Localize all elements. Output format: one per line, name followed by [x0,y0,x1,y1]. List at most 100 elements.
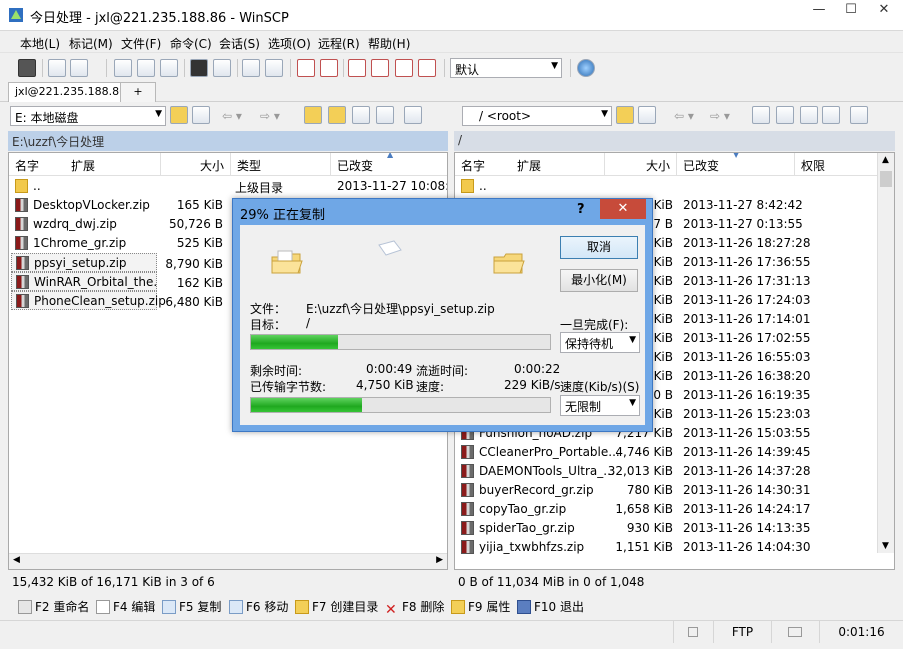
scroll-right-icon[interactable]: ▶ [436,555,443,565]
table-row[interactable]: CCleanerPro_Portable... 4,746 KiB 2013-11-… [457,443,877,462]
table-row[interactable]: buyerRecord_gr.zip 780 KiB 2013-11-26 14:3… [457,481,877,500]
queue-icon[interactable] [48,59,66,77]
menu-options[interactable]: 选项(O) [268,35,311,52]
root-folder-icon[interactable] [776,106,794,124]
synchronize-icon[interactable] [114,59,132,77]
scroll-thumb[interactable] [880,171,892,187]
forward-icon[interactable]: ⇨ ▾ [260,109,280,123]
table-row[interactable]: .. [457,177,877,196]
compare-icon[interactable] [137,59,155,77]
col-name[interactable]: 名字 扩展 [455,153,605,175]
home-icon[interactable] [352,106,370,124]
scroll-left-icon[interactable]: ◀ [13,555,20,565]
f9-properties-button[interactable]: F9 属性 [451,598,510,615]
tree-icon[interactable] [404,106,422,124]
filter-icon[interactable] [192,106,210,124]
minimize-dialog-button[interactable]: 最小化(M) [560,269,638,292]
console-icon[interactable] [190,59,208,77]
menu-local[interactable]: 本地(L) [20,35,60,52]
col-name[interactable]: 名字 扩展 [9,153,161,175]
invert-selection-icon[interactable] [418,59,436,77]
col-ext[interactable]: 扩展 [517,159,541,173]
menu-help[interactable]: 帮助(H) [368,35,410,52]
local-drive-select[interactable]: E: 本地磁盘 ▼ [10,106,166,126]
back-icon[interactable]: ⇦ ▾ [674,109,694,123]
dialog-close-button[interactable]: ✕ [600,199,646,219]
find-files-icon[interactable] [242,59,260,77]
help-button[interactable]: ? [577,202,585,217]
vertical-scrollbar[interactable]: ▲ ▼ [877,153,894,553]
col-ext[interactable]: 扩展 [71,159,95,173]
table-row[interactable]: spiderTao_gr.zip 930 KiB 2013-11-26 14:13:… [457,519,877,538]
col-size[interactable]: 大小 [605,153,677,175]
cancel-button[interactable]: 取消 [560,236,638,259]
forward-icon[interactable]: ⇨ ▾ [710,109,730,123]
filter-icon[interactable] [348,59,366,77]
f2-rename-button[interactable]: F2 重命名 [18,598,89,615]
open-folder-icon[interactable] [616,106,634,124]
unselect-icon[interactable] [395,59,413,77]
refresh-icon[interactable] [376,106,394,124]
binoculars-icon[interactable] [265,59,283,77]
table-row[interactable]: yijia_txwbhfzs.zip 1,151 KiB 2013-11-26 14… [457,538,877,557]
remote-dir-select[interactable]: / <root> ▼ [462,106,612,126]
putty-icon[interactable] [213,59,231,77]
col-type[interactable]: 类型 [231,153,331,175]
menu-file[interactable]: 文件(F) [121,35,161,52]
maximize-button[interactable]: ☐ [836,0,866,22]
select-minus-icon[interactable] [320,59,338,77]
col-size[interactable]: 大小 [161,153,231,175]
f5-copy-button[interactable]: F5 复制 [162,598,221,615]
f10-quit-button[interactable]: F10 退出 [517,598,584,615]
elapsed-value: 0:00:22 [514,362,561,376]
f7-mkdir-button[interactable]: F7 创建目录 [295,598,378,615]
col-rights[interactable]: 权限 [795,153,879,175]
tree-icon[interactable] [850,106,868,124]
speed-limit-select[interactable]: 无限制 ▼ [560,395,640,416]
tab-new-session[interactable]: + [120,82,156,102]
globe-icon[interactable] [577,59,595,77]
refresh-icon[interactable] [822,106,840,124]
f4-edit-button[interactable]: F4 编辑 [96,598,155,615]
table-row-selected[interactable]: PhoneClean_setup.zip [11,291,166,310]
refresh-icon[interactable] [160,59,178,77]
minimize-button[interactable]: — [804,0,834,22]
remote-path[interactable]: / [454,131,895,151]
table-row[interactable]: DAEMONTools_Ultra_... 32,013 KiB 2013-11-2… [457,462,877,481]
local-path[interactable]: E:\uzzf\今日处理 [8,131,448,151]
parent-folder-icon[interactable] [752,106,770,124]
gear-icon[interactable] [18,59,36,77]
speed-value: 229 KiB/s [504,378,561,392]
once-done-select[interactable]: 保持待机 ▼ [560,332,640,353]
select-all-icon[interactable] [371,59,389,77]
horizontal-scrollbar[interactable]: ◀ ▶ [9,553,447,569]
table-row-selected[interactable]: WinRAR_Orbital_the... [11,272,157,291]
table-row[interactable]: .. 上级目录 2013-11-27 10:08:36 [11,177,447,196]
home-icon[interactable] [800,106,818,124]
menu-mark[interactable]: 标记(M) [69,35,113,52]
scroll-up-icon[interactable]: ▲ [882,155,889,165]
filter-icon[interactable] [638,106,656,124]
f6-move-button[interactable]: F6 移动 [229,598,288,615]
parent-folder-icon[interactable] [304,106,322,124]
root-folder-icon[interactable] [328,106,346,124]
menu-remote[interactable]: 远程(R) [318,35,360,52]
scroll-down-icon[interactable]: ▼ [882,541,889,551]
tab-session[interactable]: jxl@221.235.188.86 [8,82,134,102]
f8-delete-button[interactable]: ✕ F8 删除 [385,598,444,617]
table-row[interactable]: copyTao_gr.zip 1,658 KiB 2013-11-26 14:24:… [457,500,877,519]
open-folder-icon[interactable] [170,106,188,124]
back-icon[interactable]: ⇦ ▾ [222,109,242,123]
menu-command[interactable]: 命令(C) [170,35,212,52]
menu-session[interactable]: 会话(S) [219,35,260,52]
queue-options-icon[interactable] [70,59,88,77]
table-row-selected[interactable]: ppsyi_setup.zip [11,253,157,272]
session-tabs: jxl@221.235.188.86 + [0,82,903,102]
properties-icon [451,600,465,614]
transfer-settings-select[interactable]: 默认 ▼ [450,58,562,78]
sort-arrow-icon: ▼ [733,152,740,159]
local-status: 15,432 KiB of 16,171 KiB in 3 of 6 [12,575,215,589]
file-progress-bar [250,334,551,350]
select-plus-icon[interactable] [297,59,315,77]
close-button[interactable]: ✕ [868,0,900,22]
